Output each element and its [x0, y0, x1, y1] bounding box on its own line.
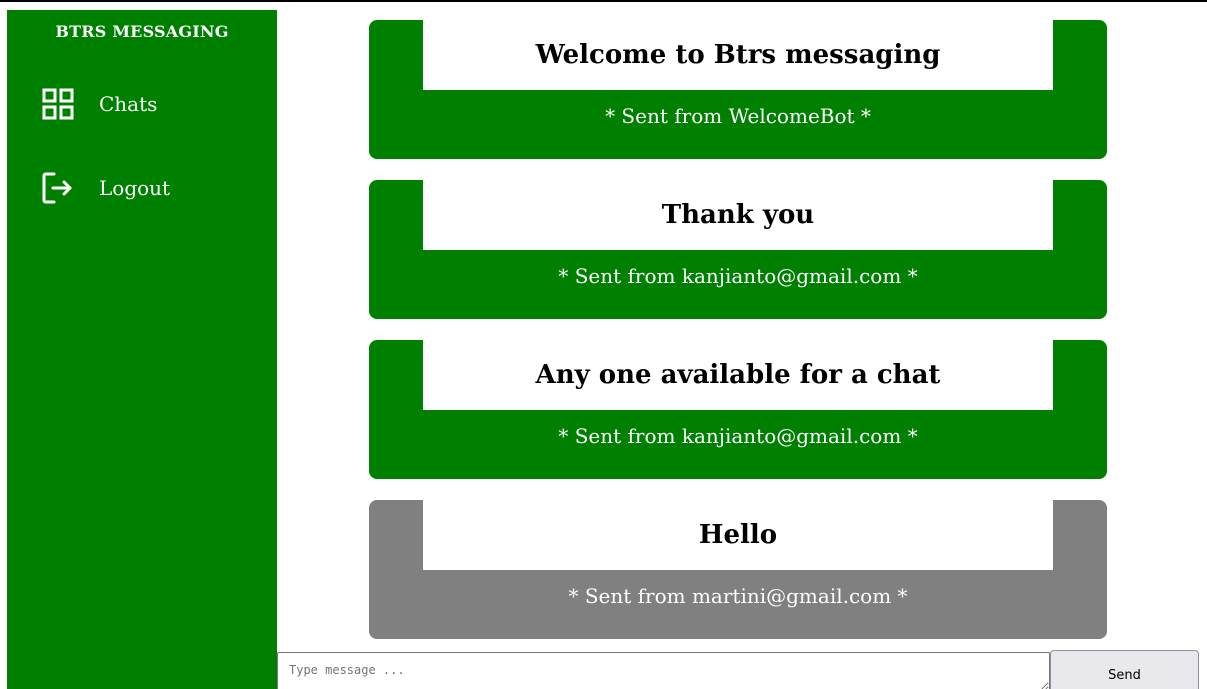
app-window: BTRS MESSAGING Chats Logout Welcome to B…: [0, 0, 1207, 689]
message-item: Welcome to Btrs messaging * Sent from We…: [369, 20, 1107, 159]
message-item: Any one available for a chat * Sent from…: [369, 340, 1107, 479]
grid-icon: [41, 87, 75, 121]
message-text: Hello: [423, 500, 1053, 570]
message-sender: * Sent from kanjianto@gmail.com *: [558, 264, 918, 288]
message-sender: * Sent from kanjianto@gmail.com *: [558, 424, 918, 448]
logout-icon: [41, 171, 75, 205]
message-sender: * Sent from martini@gmail.com *: [568, 584, 908, 608]
message-text: Any one available for a chat: [423, 340, 1053, 410]
message-sender: * Sent from WelcomeBot *: [605, 104, 871, 128]
sidebar-item-chats[interactable]: Chats: [41, 86, 157, 122]
send-button[interactable]: Send: [1050, 650, 1199, 689]
message-item: Hello * Sent from martini@gmail.com *: [369, 500, 1107, 639]
message-input[interactable]: [277, 652, 1050, 689]
sidebar-item-logout[interactable]: Logout: [41, 170, 170, 206]
message-text: Welcome to Btrs messaging: [423, 20, 1053, 90]
sidebar: BTRS MESSAGING Chats Logout: [7, 10, 277, 689]
message-text: Thank you: [423, 180, 1053, 250]
message-list: Welcome to Btrs messaging * Sent from We…: [369, 20, 1107, 660]
app-brand: BTRS MESSAGING: [55, 22, 229, 41]
sidebar-item-label: Logout: [99, 176, 171, 200]
message-item: Thank you * Sent from kanjianto@gmail.co…: [369, 180, 1107, 319]
message-composer: Send: [277, 650, 1207, 689]
sidebar-item-label: Chats: [99, 92, 158, 116]
